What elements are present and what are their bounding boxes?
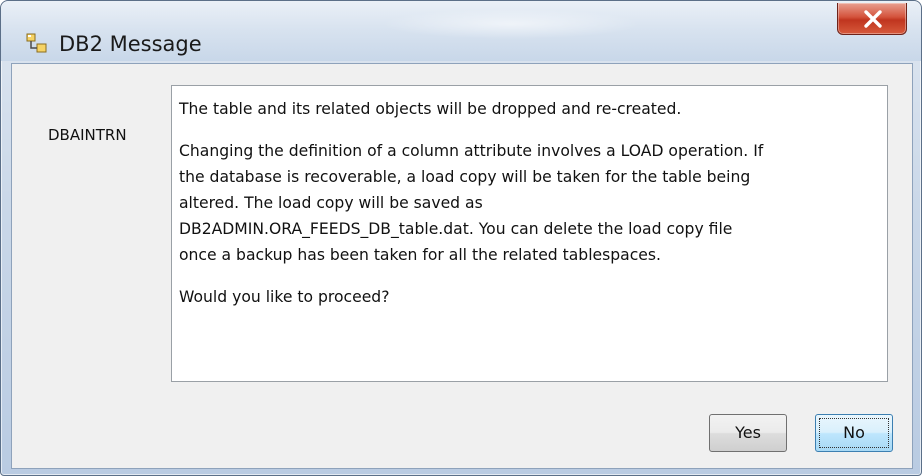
yes-button-label: Yes xyxy=(735,423,761,442)
message-line: once a backup has been taken for all the… xyxy=(179,246,661,264)
dialog-window: DB2 Message DBAINTRN The table and its r… xyxy=(0,0,922,476)
message-line: DB2ADMIN.ORA_FEEDS_DB_table.dat. You can… xyxy=(179,220,733,238)
window-title: DB2 Message xyxy=(59,32,202,56)
message-text-area[interactable]: The table and its related objects will b… xyxy=(171,85,888,382)
message-line: the database is recoverable, a load copy… xyxy=(179,168,751,186)
no-button[interactable]: No xyxy=(815,414,893,452)
dialog-body: DBAINTRN The table and its related objec… xyxy=(11,63,913,469)
no-button-label: No xyxy=(843,423,865,442)
close-icon xyxy=(864,10,882,28)
message-line: altered. The load copy will be saved as xyxy=(179,194,483,212)
yes-button[interactable]: Yes xyxy=(709,414,787,452)
message-line: Would you like to proceed? xyxy=(179,288,390,306)
title-glare xyxy=(381,9,641,39)
message-line: The table and its related objects will b… xyxy=(179,100,682,118)
message-line: Changing the definition of a column attr… xyxy=(179,142,764,160)
object-name-label: DBAINTRN xyxy=(48,126,127,144)
db2-app-icon xyxy=(25,31,49,55)
close-button[interactable] xyxy=(837,3,907,35)
title-bar[interactable]: DB2 Message xyxy=(1,1,921,61)
